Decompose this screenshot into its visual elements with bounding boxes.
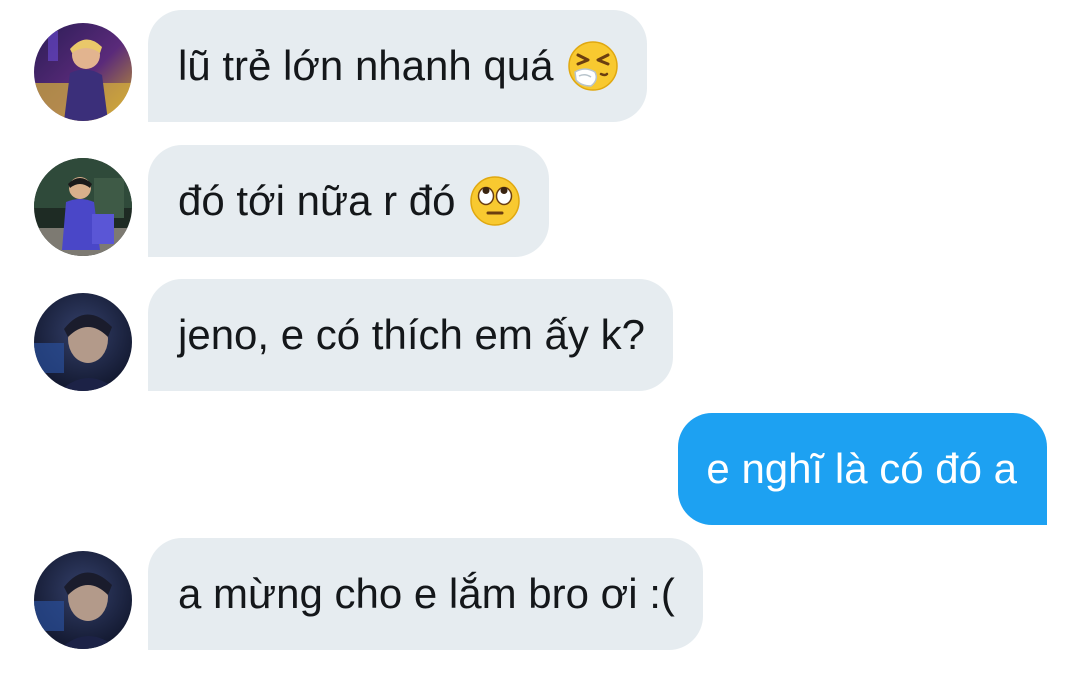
message-text: a mừng cho e lắm bro ơi :(: [178, 570, 675, 617]
avatar-photo-icon: [34, 23, 132, 121]
sneezing-face-icon: [567, 40, 619, 92]
message-bubble[interactable]: lũ trẻ lớn nhanh quá: [148, 10, 648, 122]
sender-avatar[interactable]: [34, 23, 132, 121]
avatar-photo-icon: [34, 293, 132, 391]
message-text: đó tới nữa r đó: [178, 177, 456, 224]
message-text: jeno, e có thích em ấy k?: [178, 311, 645, 358]
sender-avatar[interactable]: [34, 551, 132, 649]
sender-avatar[interactable]: [34, 293, 132, 391]
message-text: lũ trẻ lớn nhanh quá: [178, 42, 554, 89]
message-text: e nghĩ là có đó a: [706, 445, 1017, 492]
message-bubble[interactable]: jeno, e có thích em ấy k?: [148, 279, 673, 391]
message-bubble[interactable]: đó tới nữa r đó: [148, 145, 550, 257]
rolling-eyes-icon: [469, 175, 521, 227]
message-bubble-outgoing[interactable]: e nghĩ là có đó a: [678, 413, 1047, 525]
message-bubble[interactable]: a mừng cho e lắm bro ơi :(: [148, 538, 703, 650]
avatar-photo-icon: [34, 158, 132, 256]
sender-avatar[interactable]: [34, 158, 132, 256]
avatar-photo-icon: [34, 551, 132, 649]
